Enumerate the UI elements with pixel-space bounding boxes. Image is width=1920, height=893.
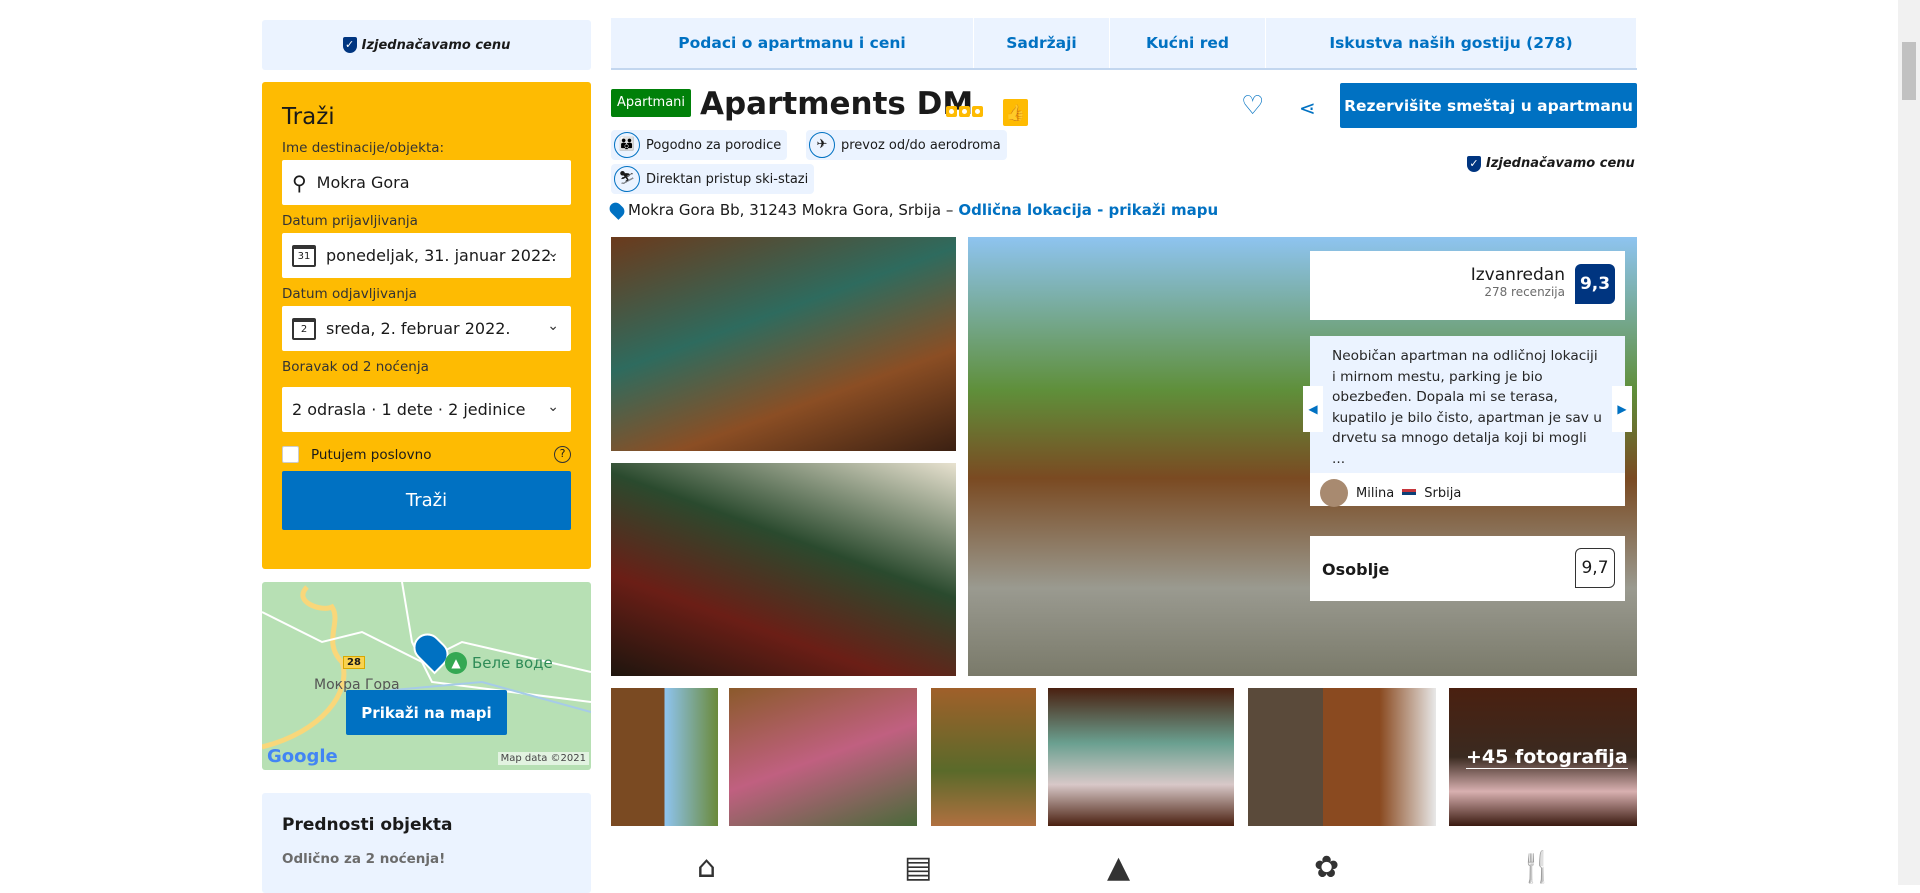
map-preview[interactable]: 28 Мокра Гора ▲ Беле воде Prikaži na map… — [262, 582, 591, 770]
map-credit: Map data ©2021 — [497, 752, 589, 765]
price-match-badge: ✓ Izjednačavamo cenu — [1467, 156, 1635, 172]
map-roads — [262, 582, 591, 750]
park-icon: ▲ — [445, 652, 467, 674]
family-icon: 👪 — [614, 132, 640, 158]
photo-living-room[interactable] — [611, 237, 956, 451]
search-title: Traži — [282, 104, 335, 130]
property-type-badge: Apartmani — [611, 89, 692, 117]
mountain-icon: ▲ — [1107, 850, 1131, 885]
calendar-icon: 31 — [292, 244, 316, 267]
staff-score-card: Osoblje 9,7 — [1310, 536, 1625, 601]
next-review-arrow-icon[interactable]: ▶ — [1612, 386, 1632, 432]
checkin-label: Datum prijavljivanja — [282, 213, 418, 229]
shield-check-icon: ✓ — [1467, 156, 1481, 172]
tab-facilities[interactable]: Sadržaji — [974, 18, 1110, 68]
review-author: Milina — [1356, 485, 1395, 501]
guests-selector[interactable]: 2 odrasla · 1 dete · 2 jedinice ⌄ — [282, 387, 571, 432]
price-match-banner: ✓ Izjednačavamo cenu — [262, 20, 591, 70]
tab-guest-reviews[interactable]: Iskustva naših gostiju (278) — [1266, 18, 1637, 68]
road-number: 28 — [343, 656, 365, 669]
property-name: Apartments DM — [700, 86, 974, 122]
search-panel: Traži Ime destinacije/objekta: ⚲ Mokra Go… — [262, 82, 591, 569]
review-country: Srbija — [1424, 485, 1462, 501]
reserve-button[interactable]: Rezervišite smeštaj u apartmanu — [1340, 83, 1637, 128]
checkout-label: Datum odjavljivanja — [282, 286, 417, 302]
property-tabs: Podaci o apartmanu i ceni Sadržaji Kućni… — [611, 18, 1637, 70]
rating-squares — [946, 106, 983, 117]
house-icon: ⌂ — [697, 850, 717, 885]
destination-label: Ime destinacije/objekta: — [282, 140, 445, 156]
stay-length-label: Boravak od 2 noćenja — [282, 359, 429, 375]
help-icon[interactable]: ? — [554, 446, 571, 463]
calendar-icon: 2 — [292, 317, 316, 340]
highlight-chip: ⛷ Direktan pristup ski-stazi — [611, 164, 815, 194]
show-map-button[interactable]: Prikaži na mapi — [346, 690, 507, 735]
review-text: Neobičan apartman na odličnoj lokaciji i… — [1310, 336, 1625, 473]
shield-check-icon: ✓ — [342, 37, 357, 53]
thumbnail-photo[interactable] — [611, 688, 718, 826]
heart-icon[interactable]: ♡ — [1241, 91, 1264, 121]
chevron-down-icon: ⌄ — [547, 318, 559, 334]
thumbnail-photo[interactable] — [729, 688, 917, 826]
restaurant-icon: 🍴 — [1518, 850, 1556, 885]
scrollbar-thumb[interactable] — [1902, 42, 1916, 100]
ski-icon: ⛷ — [614, 166, 640, 192]
photo-main-exterior[interactable]: Izvanredan 278 recenzija 9,3 Neobičan ap… — [968, 237, 1637, 676]
staff-score: 9,7 — [1575, 548, 1615, 588]
highlight-chip: ✈ prevoz od/do aerodroma — [806, 130, 1007, 160]
google-logo: Google — [267, 746, 338, 767]
flower-icon: ✿ — [1314, 850, 1340, 885]
more-photos-label: +45 fotografija — [1466, 746, 1628, 769]
show-map-link[interactable]: Odlična lokacija - prikaži mapu — [958, 201, 1218, 219]
map-label: Беле воде — [472, 654, 553, 672]
benefit-item: Odlično za 2 noćenja! — [282, 851, 446, 867]
rating-card[interactable]: Izvanredan 278 recenzija 9,3 — [1310, 251, 1625, 320]
thumbnail-photo[interactable] — [1048, 688, 1234, 826]
photo-dining-room[interactable] — [611, 463, 956, 676]
benefits-title: Prednosti objekta — [282, 815, 453, 835]
serbia-flag-icon — [1402, 488, 1417, 498]
avatar — [1320, 479, 1348, 507]
location-pin-icon — [607, 200, 627, 220]
review-card: Neobičan apartman na odličnoj lokaciji i… — [1303, 336, 1632, 507]
highlight-chip: 👪 Pogodno za porodice — [611, 130, 788, 160]
thumbnail-photo[interactable] — [931, 688, 1036, 826]
score-badge: 9,3 — [1575, 264, 1615, 304]
prev-review-arrow-icon[interactable]: ◀ — [1303, 386, 1323, 432]
airport-shuttle-icon: ✈ — [809, 132, 835, 158]
business-travel-checkbox[interactable] — [282, 446, 299, 463]
thumbnail-photo[interactable] — [1248, 688, 1436, 826]
thumbs-up-icon: 👍 — [1003, 99, 1028, 126]
rating-label: Izvanredan — [1470, 265, 1565, 285]
chevron-down-icon: ⌄ — [547, 245, 559, 261]
chevron-down-icon: ⌄ — [547, 399, 559, 415]
share-icon[interactable]: ⋖ — [1299, 96, 1316, 120]
tab-house-rules[interactable]: Kućni red — [1110, 18, 1266, 68]
more-photos-thumbnail[interactable]: +45 fotografija — [1449, 688, 1637, 826]
staff-label: Osoblje — [1322, 560, 1390, 579]
address-line: Mokra Gora Bb, 31243 Mokra Gora, Srbija … — [607, 200, 1218, 220]
checkin-date-field[interactable]: 31 ponedeljak, 31. januar 2022. ⌄ — [282, 233, 571, 278]
search-button[interactable]: Traži — [282, 471, 571, 530]
review-count: 278 recenzija — [1484, 285, 1565, 299]
search-icon: ⚲ — [292, 170, 307, 195]
checkout-date-field[interactable]: 2 sreda, 2. februar 2022. ⌄ — [282, 306, 571, 351]
tab-info-price[interactable]: Podaci o apartmanu i ceni — [611, 18, 974, 68]
destination-input[interactable]: ⚲ Mokra Gora — [282, 160, 571, 205]
property-benefits: Prednosti objekta Odlično za 2 noćenja! — [262, 793, 591, 893]
scrollbar[interactable] — [1898, 0, 1920, 885]
kitchen-icon: ▤ — [904, 850, 933, 885]
business-travel-label: Putujem poslovno — [311, 446, 432, 463]
